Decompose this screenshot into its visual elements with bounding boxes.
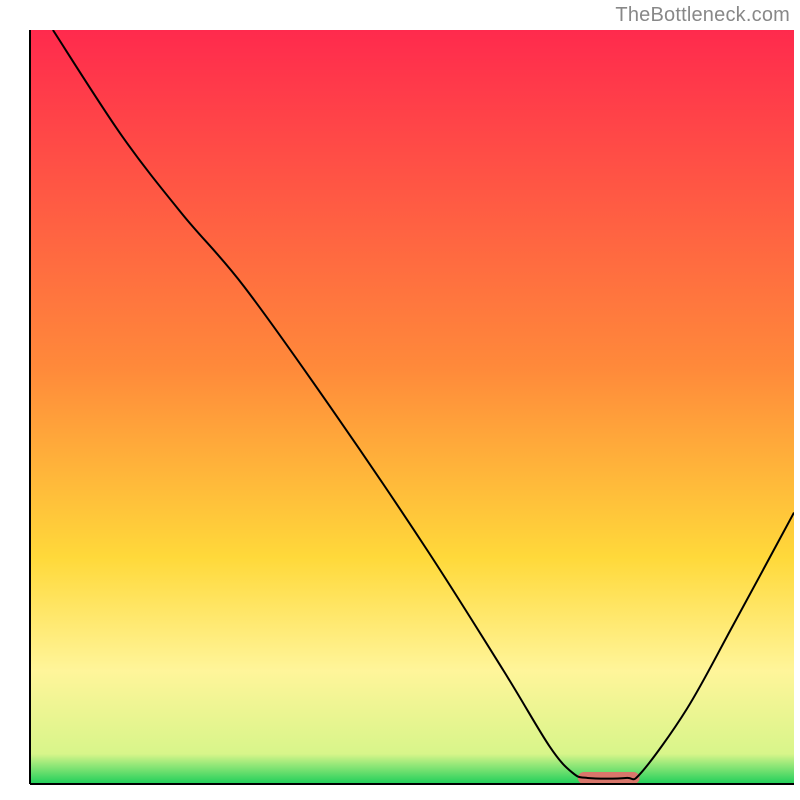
bottleneck-chart [0,0,800,800]
attribution-label: TheBottleneck.com [615,4,790,27]
chart-container: TheBottleneck.com [0,0,800,800]
plot-background [30,30,794,784]
